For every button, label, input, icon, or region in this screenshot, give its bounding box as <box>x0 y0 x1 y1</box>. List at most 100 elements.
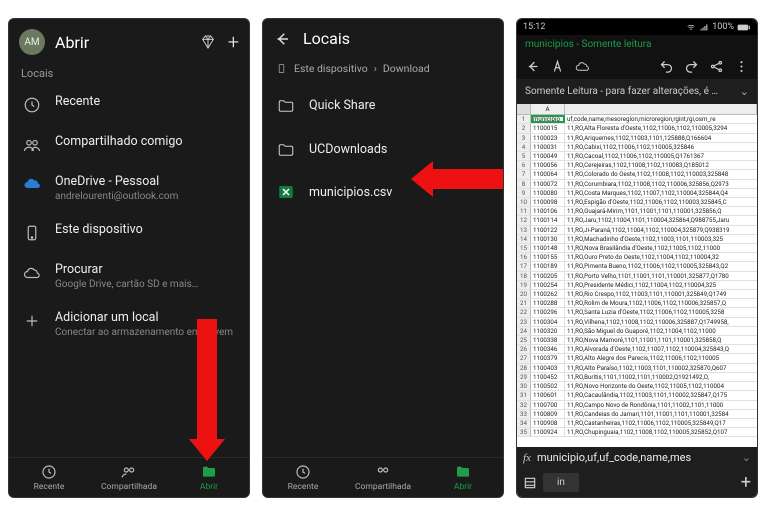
cell[interactable]: 1100304 <box>531 318 565 326</box>
table-row[interactable]: 33110080911,RO,Candeias do Jamari,1101,1… <box>517 410 757 419</box>
table-row[interactable]: 18110020511,RO,Porto Velho,1101,11001,11… <box>517 272 757 281</box>
redo-icon[interactable] <box>684 59 699 74</box>
cell[interactable]: 1100098 <box>531 198 565 206</box>
row-number[interactable]: 9 <box>517 189 531 197</box>
file-municipios[interactable]: municipios.csv <box>263 171 503 213</box>
table-row[interactable]: 19110025411,RO,Presidente Médici,1102,11… <box>517 281 757 290</box>
cell[interactable]: 1100122 <box>531 226 565 234</box>
text-format-icon[interactable] <box>550 59 565 74</box>
cell[interactable]: 1100056 <box>531 161 565 169</box>
row-number[interactable]: 18 <box>517 272 531 280</box>
share-icon[interactable] <box>709 59 724 74</box>
table-row[interactable]: 30110050211,RO,Novo Horizonte do Oeste,1… <box>517 382 757 391</box>
table-row[interactable]: 24110032011,RO,São Miguel do Guaporé,110… <box>517 327 757 336</box>
tab-recent[interactable]: Recente <box>263 458 343 497</box>
cell[interactable]: 11,RO,Candeias do Jamari,1101,11001,1101… <box>565 410 757 418</box>
table-row[interactable]: 22110029611,RO,Santa Luzia d'Oeste,1102,… <box>517 308 757 317</box>
row-number[interactable]: 30 <box>517 382 531 390</box>
row-number[interactable]: 10 <box>517 198 531 206</box>
cell[interactable]: uf,code,name,mesoregion,microregion,rgin… <box>565 115 757 123</box>
table-row[interactable]: 28110040311,RO,Alto Paraíso,1102,11003,1… <box>517 364 757 373</box>
tab-open[interactable]: Abrir <box>423 458 503 497</box>
cell[interactable]: 1100346 <box>531 345 565 353</box>
undo-icon[interactable] <box>659 59 674 74</box>
table-row[interactable]: 31110060111,RO,Cacaulândia,1102,11003,11… <box>517 391 757 400</box>
table-row[interactable]: 7110006411,RO,Colorado do Oeste,1102,110… <box>517 170 757 179</box>
new-button[interactable]: + <box>228 30 239 54</box>
cell[interactable]: 11,RO,Porto Velho,1101,11001,1101,110001… <box>565 272 757 280</box>
row-number[interactable]: 11 <box>517 207 531 215</box>
row-number[interactable]: 20 <box>517 290 531 298</box>
cell[interactable]: 11,RO,Presidente Médici,1102,11004,1102,… <box>565 281 757 289</box>
row-number[interactable]: 24 <box>517 327 531 335</box>
cell[interactable]: 1100908 <box>531 419 565 427</box>
cell[interactable]: 11,RO,Rolim de Moura,1102,11006,1102,110… <box>565 299 757 307</box>
table-row[interactable]: 11110010611,RO,Guajará-Mirim,1101,11001,… <box>517 207 757 216</box>
cell[interactable]: 1100130 <box>531 235 565 243</box>
table-row[interactable]: 35110092411,RO,Chupinguaia,1102,11008,11… <box>517 428 757 437</box>
cell[interactable]: 11,RO,Colorado do Oeste,1102,11008,1102,… <box>565 170 757 178</box>
cell[interactable]: 1100379 <box>531 354 565 362</box>
cell[interactable]: 11,RO,Pimenta Bueno,1102,11006,1102,1100… <box>565 262 757 270</box>
cell[interactable]: 11,RO,Vilhena,1102,11008,1102,110006,325… <box>565 318 757 326</box>
tab-shared[interactable]: Compartilhada <box>89 458 169 497</box>
spreadsheet-grid[interactable]: A 1municipiouf,code,name,mesoregion,micr… <box>517 104 757 447</box>
table-row[interactable]: 9110008011,RO,Costa Marques,1102,11007,1… <box>517 189 757 198</box>
table-row[interactable]: 27110037911,RO,Alto Alegre dos Parecis,1… <box>517 354 757 363</box>
table-row[interactable]: 21110028811,RO,Rolim de Moura,1102,11006… <box>517 299 757 308</box>
cell[interactable]: 1100155 <box>531 253 565 261</box>
table-row[interactable]: 10110009811,RO,Espigão d'Oeste,1102,1100… <box>517 198 757 207</box>
table-row[interactable]: 5110004911,RO,Cacoal,1102,11006,1102,110… <box>517 152 757 161</box>
cell[interactable]: 11,RO,Nova Mamoré,1101,11001,1101,110001… <box>565 336 757 344</box>
cell[interactable]: 11,RO,Castanheiras,1102,11006,1102,11000… <box>565 419 757 427</box>
table-row[interactable]: 26110034611,RO,Alvorada d'Oeste,1102,110… <box>517 345 757 354</box>
table-row[interactable]: 12110011411,RO,Jaru,1102,11004,1101,1100… <box>517 216 757 225</box>
cell[interactable]: 1100072 <box>531 180 565 188</box>
row-number[interactable]: 27 <box>517 354 531 362</box>
cell[interactable]: 11,RO,Cerejeiras,1102,11008,1102,110083,… <box>565 161 757 169</box>
row-onedrive[interactable]: OneDrive - Pessoalandrelourenti@outlook.… <box>9 164 249 212</box>
row-number[interactable]: 13 <box>517 226 531 234</box>
cell[interactable]: 1100015 <box>531 124 565 132</box>
cell[interactable]: 1100189 <box>531 262 565 270</box>
breadcrumb[interactable]: Este dispositivo › Download <box>263 58 503 83</box>
cell[interactable]: 11,RO,Guajará-Mirim,1101,11001,1101,1100… <box>565 207 757 215</box>
cell[interactable]: 11,RO,Ji-Paraná,1102,11004,1102,110004,3… <box>565 226 757 234</box>
row-number[interactable]: 2 <box>517 124 531 132</box>
cell[interactable]: municipio <box>531 115 565 123</box>
row-number[interactable]: 26 <box>517 345 531 353</box>
cell[interactable]: 11,RO,Machadinho d'Oeste,1102,11003,1101… <box>565 235 757 243</box>
row-recent[interactable]: Recente <box>9 84 249 124</box>
row-shared[interactable]: Compartilhado comigo <box>9 124 249 164</box>
row-number[interactable]: 32 <box>517 401 531 409</box>
cell[interactable]: 11,RO,Nova Brasilândia d'Oeste,1102,1100… <box>565 244 757 252</box>
col-header-a[interactable]: A <box>531 104 565 114</box>
cell[interactable]: 1100809 <box>531 410 565 418</box>
row-number[interactable]: 21 <box>517 299 531 307</box>
avatar[interactable]: AM <box>19 29 45 55</box>
cell[interactable]: 1100023 <box>531 134 565 142</box>
row-number[interactable]: 22 <box>517 308 531 316</box>
row-number[interactable]: 34 <box>517 419 531 427</box>
row-number[interactable]: 12 <box>517 216 531 224</box>
table-row[interactable]: 15110014811,RO,Nova Brasilândia d'Oeste,… <box>517 244 757 253</box>
cell[interactable]: 1100106 <box>531 207 565 215</box>
cell[interactable]: 1100452 <box>531 373 565 381</box>
cell[interactable]: 1100296 <box>531 308 565 316</box>
cell[interactable]: 11,RO,Alto Alegre dos Parecis,1102,11006… <box>565 354 757 362</box>
row-add-place[interactable]: Adicionar um localConectar ao armazename… <box>9 300 249 348</box>
table-row[interactable]: 20110026211,RO,Rio Crespo,1102,11003,110… <box>517 290 757 299</box>
row-number[interactable]: 33 <box>517 410 531 418</box>
cell[interactable]: 11,RO,Chupinguaia,1102,11008,1102,110005… <box>565 428 757 436</box>
table-row[interactable]: 16110015511,RO,Ouro Preto do Oeste,1102,… <box>517 253 757 262</box>
cell[interactable]: 11,RO,Jaru,1102,11004,1101,110004,325864… <box>565 216 757 224</box>
cell[interactable]: 11,RO,Cabixi,1102,11006,1102,110005,3258… <box>565 143 757 151</box>
row-number[interactable]: 3 <box>517 134 531 142</box>
cell[interactable]: 1100205 <box>531 272 565 280</box>
table-row[interactable]: 23110030411,RO,Vilhena,1102,11008,1102,1… <box>517 318 757 327</box>
row-number[interactable]: 7 <box>517 170 531 178</box>
more-icon[interactable] <box>734 59 749 74</box>
cell[interactable]: 11,RO,Rio Crespo,1102,11003,1101,110001,… <box>565 290 757 298</box>
cell[interactable]: 11,RO,Buritis,1101,11002,1101,110002,Q19… <box>565 373 757 381</box>
back-icon[interactable] <box>273 30 291 48</box>
